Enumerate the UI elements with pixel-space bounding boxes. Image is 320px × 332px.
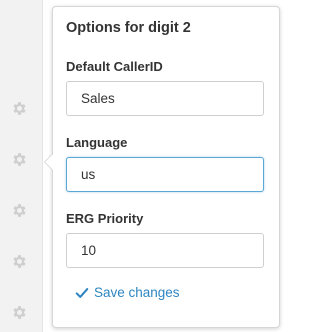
check-icon [75, 286, 89, 300]
default-callerid-input[interactable] [66, 81, 264, 116]
save-changes-label: Save changes [94, 285, 180, 300]
popover-arrow-fill [45, 154, 53, 170]
gear-icon[interactable] [11, 151, 28, 168]
erg-priority-input[interactable] [66, 233, 264, 268]
gear-icon[interactable] [11, 304, 28, 321]
language-label: Language [66, 135, 128, 150]
language-input[interactable] [66, 157, 264, 192]
save-changes-button[interactable]: Save changes [75, 285, 180, 300]
gear-icon[interactable] [11, 100, 28, 117]
digit-options-popover: Options for digit 2 Default CallerID Lan… [44, 6, 280, 328]
erg-priority-label: ERG Priority [66, 211, 144, 226]
popover-title: Options for digit 2 [66, 20, 191, 36]
gear-icon[interactable] [11, 202, 28, 219]
gear-icon[interactable] [11, 253, 28, 270]
left-sidebar [0, 0, 43, 332]
default-callerid-label: Default CallerID [66, 59, 163, 74]
